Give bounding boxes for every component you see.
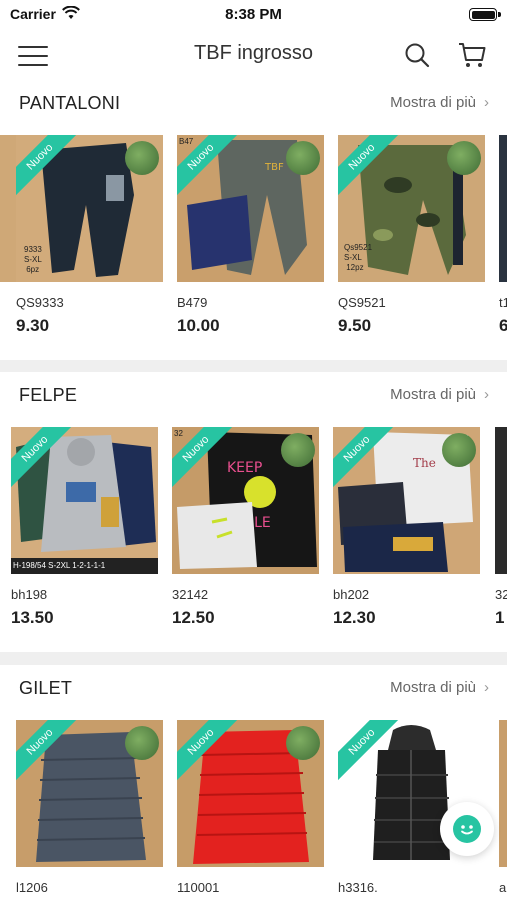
- nav-bar: TBF ingrosso: [0, 30, 507, 80]
- product-card[interactable]: H-198/54 S-2XL 1-2-1-1-1 Nuovo bh198 13.…: [11, 427, 158, 627]
- plant-decoration: [442, 433, 476, 467]
- product-sku: bh202: [333, 587, 370, 602]
- plant-decoration: [286, 141, 320, 175]
- product-card[interactable]: 9333 S-XL 6pz Nuovo QS9333 9.30: [16, 135, 163, 335]
- product-price: 13.50: [11, 608, 54, 627]
- product-image: H-198/54 S-2XL 1-2-1-1-1 Nuovo: [11, 427, 158, 574]
- product-card[interactable]: KEEP ILE 32 Nuovo 32142 12.50: [172, 427, 319, 627]
- shopping-cart-icon[interactable]: [457, 40, 487, 70]
- product-image: [499, 720, 507, 867]
- product-image: 9333 S-XL 6pz Nuovo: [16, 135, 163, 282]
- photo-caption: B47: [179, 137, 194, 146]
- section-felpe: FELPE Mostra di più › H-198/54 S-2XL 1-2-…: [0, 372, 507, 652]
- product-image: Nuovo: [177, 720, 324, 867]
- show-more-label: Mostra di più: [390, 386, 476, 403]
- plant-decoration: [281, 433, 315, 467]
- show-more-link[interactable]: Mostra di più ›: [390, 386, 489, 403]
- product-image: The Nuovo: [333, 427, 480, 574]
- product-card[interactable]: Nuovo 110001: [177, 720, 324, 895]
- product-price: 9.50: [338, 316, 372, 335]
- product-card[interactable]: The Nuovo bh202 12.30: [333, 427, 480, 627]
- product-price: 12.30: [333, 608, 376, 627]
- chat-button[interactable]: [440, 802, 494, 856]
- photo-caption: H-198/54 S-2XL 1-2-1-1-1: [11, 558, 158, 574]
- battery-icon: [469, 8, 501, 21]
- product-price: 12.50: [172, 608, 215, 627]
- product-sku: t1: [499, 295, 507, 310]
- chevron-right-icon: ›: [484, 386, 489, 403]
- product-sku: 110001: [177, 880, 220, 895]
- product-image: [0, 135, 17, 282]
- section-header: GILET Mostra di più ›: [0, 665, 507, 711]
- product-price: 6: [499, 316, 507, 335]
- product-sku: a: [499, 880, 507, 895]
- product-card[interactable]: 32 1: [495, 427, 507, 627]
- product-sku: l1206: [16, 880, 48, 895]
- product-price: 1: [495, 608, 505, 627]
- product-image: Nuovo: [16, 720, 163, 867]
- chevron-right-icon: ›: [484, 94, 489, 111]
- section-header: PANTALONI Mostra di più ›: [0, 80, 507, 126]
- product-card[interactable]: a: [499, 720, 507, 895]
- product-image: TBF B47 Nuovo: [177, 135, 324, 282]
- product-sku: bh198: [11, 587, 48, 602]
- product-sku: QS9521: [338, 295, 386, 310]
- product-card[interactable]: Qs9521 S-XL 12pz Nuovo QS9521 9.50: [338, 135, 485, 335]
- svg-text:The: The: [413, 456, 436, 470]
- product-image: [499, 135, 507, 282]
- photo-caption: 32: [174, 429, 183, 438]
- photo-caption: Qs9521 S-XL 12pz: [344, 243, 373, 272]
- plant-decoration: [125, 726, 159, 760]
- status-bar: Carrier 8:38 PM: [0, 0, 507, 30]
- chat-icon: [453, 815, 481, 843]
- product-sku: B479: [177, 295, 208, 310]
- chevron-right-icon: ›: [484, 679, 489, 696]
- product-card[interactable]: TBF B47 Nuovo B479 10.00: [177, 135, 324, 335]
- section-title: FELPE: [19, 385, 78, 405]
- svg-text:KEEP: KEEP: [227, 460, 262, 476]
- show-more-label: Mostra di più: [390, 94, 476, 111]
- product-sku: 32142: [172, 587, 209, 602]
- product-price: 10.00: [177, 316, 220, 335]
- clock: 8:38 PM: [225, 6, 282, 23]
- show-more-label: Mostra di più: [390, 679, 476, 696]
- plant-decoration: [125, 141, 159, 175]
- product-card[interactable]: Nuovo l1206: [16, 720, 163, 895]
- product-sku: 32: [495, 587, 507, 602]
- show-more-link[interactable]: Mostra di più ›: [390, 679, 489, 696]
- product-image: [495, 427, 507, 574]
- section-header: FELPE Mostra di più ›: [0, 372, 507, 418]
- product-card[interactable]: t1 6: [499, 135, 507, 335]
- product-price: 9.30: [16, 316, 50, 335]
- section-title: PANTALONI: [19, 93, 121, 113]
- product-sku: h3316.: [338, 880, 378, 895]
- section-title: GILET: [19, 678, 73, 698]
- product-image: Qs9521 S-XL 12pz Nuovo: [338, 135, 485, 282]
- photo-caption: 9333 S-XL 6pz: [24, 245, 42, 274]
- show-more-link[interactable]: Mostra di più ›: [390, 94, 489, 111]
- product-sku: QS9333: [16, 295, 64, 310]
- product-card[interactable]: [0, 135, 17, 282]
- plant-decoration: [286, 726, 320, 760]
- svg-text:TBF: TBF: [264, 162, 284, 173]
- section-gilet: GILET Mostra di più › Nuovo l1206 Nuovo …: [0, 665, 507, 900]
- section-pantaloni: PANTALONI Mostra di più › 9333 S-XL 6pz Nu…: [0, 80, 507, 360]
- product-image: KEEP ILE 32 Nuovo: [172, 427, 319, 574]
- search-icon[interactable]: [403, 41, 431, 69]
- plant-decoration: [447, 141, 481, 175]
